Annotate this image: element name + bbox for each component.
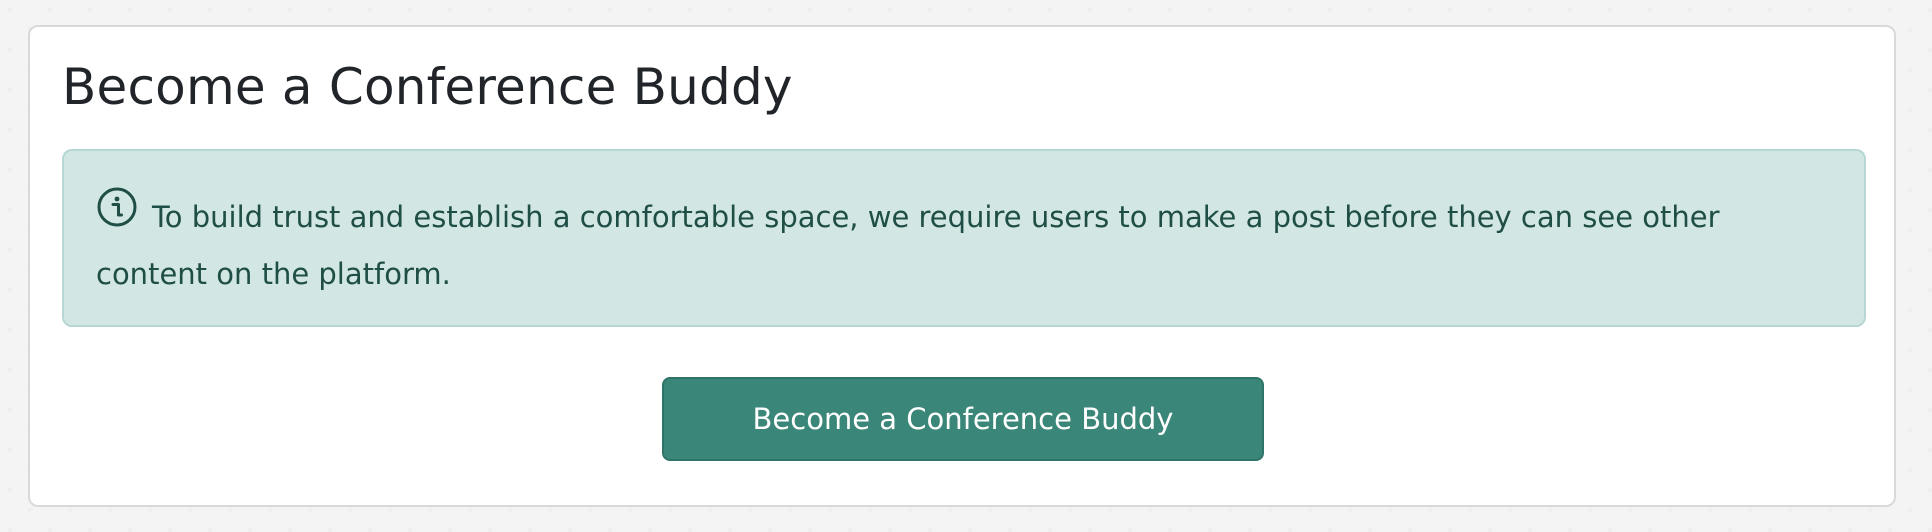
info-circle-icon xyxy=(96,186,138,246)
alert-message: To build trust and establish a comfortab… xyxy=(96,200,1720,291)
conference-buddy-card: Become a Conference Buddy To build trust… xyxy=(28,25,1896,507)
become-buddy-button[interactable]: Become a Conference Buddy xyxy=(662,377,1264,461)
page-title: Become a Conference Buddy xyxy=(62,58,793,116)
info-alert: To build trust and establish a comfortab… xyxy=(62,149,1866,327)
